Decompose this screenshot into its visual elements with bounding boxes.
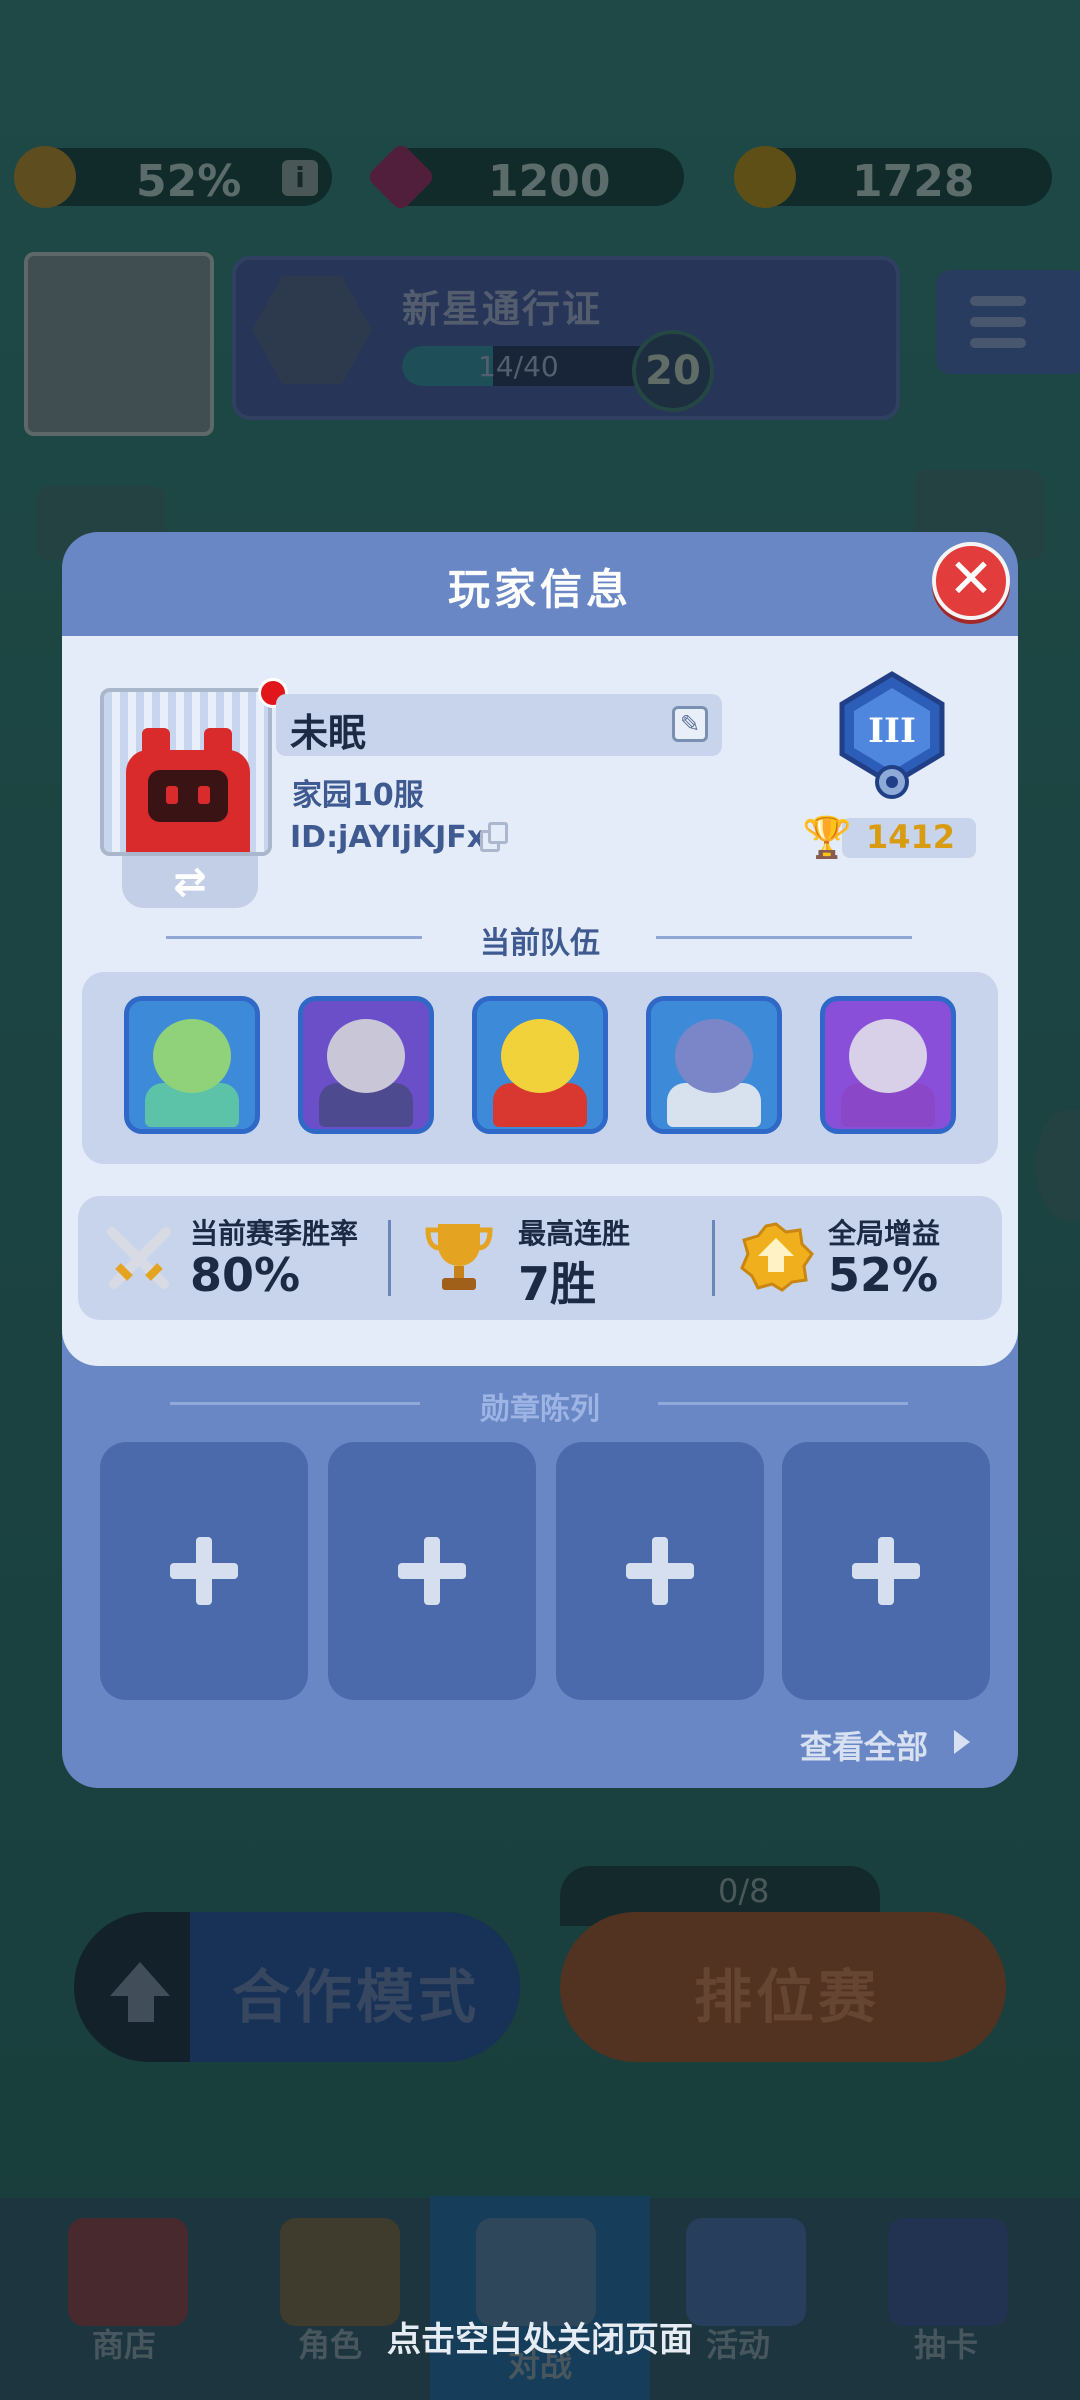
player-server: 家园10服 — [292, 778, 424, 813]
rank-badge-icon[interactable]: III — [836, 670, 948, 804]
global-buff-label: 全局增益 — [828, 1217, 941, 1250]
team-hero-card[interactable] — [472, 996, 608, 1134]
avatar-face — [148, 770, 228, 822]
player-name: 未眠 — [290, 711, 367, 755]
win-rate-label: 当前赛季胜率 — [190, 1217, 359, 1250]
avatar-eye — [166, 786, 178, 804]
plus-bar — [878, 1537, 894, 1605]
chevron-right-icon[interactable] — [954, 1730, 970, 1754]
streak-value: 7胜 — [518, 1257, 597, 1311]
global-buff-value: 52% — [828, 1248, 939, 1302]
hero-head — [849, 1019, 927, 1093]
plus-bar — [196, 1537, 212, 1605]
player-avatar[interactable] — [100, 688, 272, 856]
plus-icon — [626, 1537, 694, 1605]
divider-line — [658, 1402, 908, 1405]
crossed-swords-icon — [107, 1227, 171, 1289]
copy-id-icon[interactable] — [480, 822, 510, 854]
trophy-count: 1412 — [866, 818, 956, 856]
hero-head — [153, 1019, 231, 1093]
medal-slot[interactable] — [328, 1442, 536, 1700]
stat-divider — [388, 1220, 391, 1296]
rank-numeral: III — [868, 711, 916, 751]
hero-head — [501, 1019, 579, 1093]
plus-bar — [424, 1537, 440, 1605]
stat-divider — [712, 1220, 715, 1296]
player-id: ID:jAYIjKJFxr — [290, 820, 501, 855]
modal-title: 玩家信息 — [447, 565, 632, 614]
medals-title: 勋章陈列 — [480, 1392, 600, 1427]
plus-icon — [170, 1537, 238, 1605]
view-all-link[interactable]: 查看全部 — [800, 1722, 928, 1768]
win-rate-value: 80% — [190, 1248, 301, 1302]
divider-line — [166, 936, 422, 939]
edit-name-icon[interactable]: ✎ — [672, 706, 708, 742]
close-button[interactable]: ✕ — [932, 542, 1010, 620]
team-title: 当前队伍 — [480, 926, 600, 961]
hero-head — [327, 1019, 405, 1093]
medal-slot[interactable] — [782, 1442, 990, 1700]
divider-line — [170, 1402, 420, 1405]
copy-icon-front — [488, 822, 508, 844]
divider-line — [656, 936, 912, 939]
trophy-icon: 🏆 — [802, 815, 852, 861]
team-hero-card[interactable] — [820, 996, 956, 1134]
hero-head — [675, 1019, 753, 1093]
swap-avatar-button[interactable]: ⇄ — [122, 856, 258, 908]
global-buff-icon — [740, 1222, 814, 1292]
team-hero-card[interactable] — [646, 996, 782, 1134]
avatar-eye — [198, 786, 210, 804]
trophy-cup-icon — [425, 1224, 493, 1290]
streak-label: 最高连胜 — [518, 1217, 631, 1250]
team-hero-card[interactable] — [298, 996, 434, 1134]
team-hero-card[interactable] — [124, 996, 260, 1134]
plus-icon — [852, 1537, 920, 1605]
plus-icon — [398, 1537, 466, 1605]
plus-bar — [652, 1537, 668, 1605]
medal-slot[interactable] — [556, 1442, 764, 1700]
medal-slot[interactable] — [100, 1442, 308, 1700]
close-hint: 点击空白处关闭页面 — [387, 2320, 693, 2360]
